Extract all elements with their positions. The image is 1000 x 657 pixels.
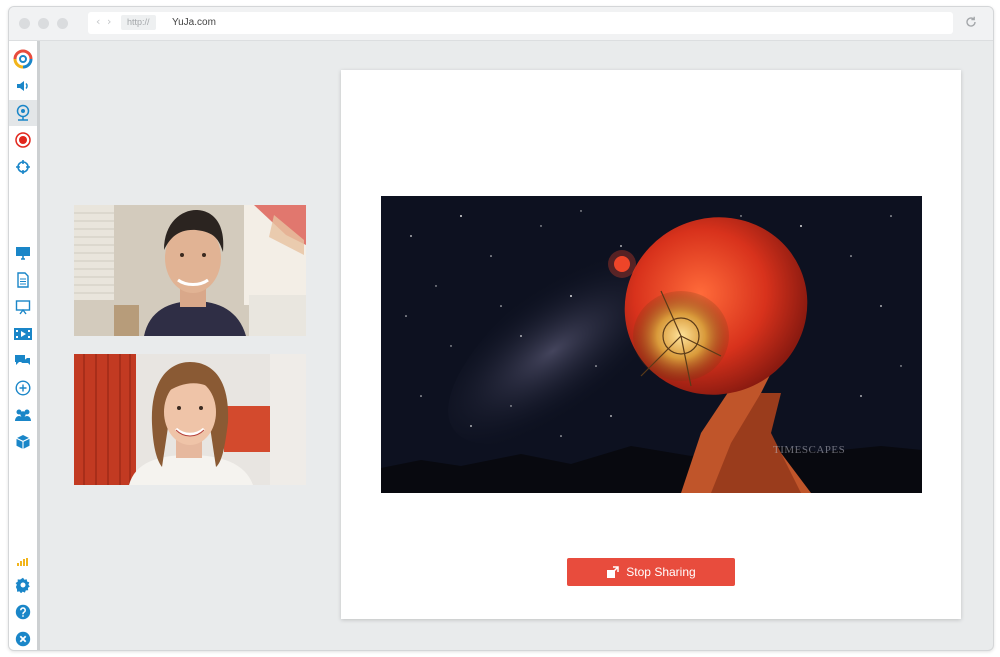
record-icon[interactable]: [9, 127, 37, 153]
crosshair-icon[interactable]: [9, 154, 37, 180]
add-icon[interactable]: [9, 375, 37, 401]
share-exit-icon: [607, 566, 620, 578]
participant-image-female: [74, 354, 306, 485]
video-icon[interactable]: [9, 321, 37, 347]
chat-icon[interactable]: [9, 348, 37, 374]
participants-icon[interactable]: [9, 402, 37, 428]
window-maximize-dot[interactable]: [57, 18, 68, 29]
close-icon[interactable]: [9, 626, 37, 650]
reload-icon[interactable]: [964, 15, 978, 29]
forward-arrow-icon[interactable]: ›: [107, 15, 111, 28]
participant-video-female[interactable]: [74, 354, 306, 485]
browser-window: ‹ › http:// YuJa.com TIMESCAPES Stop Sha…: [8, 6, 994, 651]
url-domain: YuJa.com: [172, 17, 216, 28]
gear-icon[interactable]: [9, 572, 37, 598]
participant-video-male[interactable]: [74, 205, 306, 336]
shared-video[interactable]: TIMESCAPES: [381, 196, 922, 493]
url-protocol: http://: [121, 15, 156, 30]
yuja-logo-icon: [9, 46, 37, 72]
screen-share-panel: TIMESCAPES Stop Sharing: [341, 70, 961, 619]
sidebar: [9, 41, 40, 650]
help-icon[interactable]: [9, 599, 37, 625]
speaker-icon[interactable]: [9, 73, 37, 99]
stop-sharing-label: Stop Sharing: [626, 565, 696, 579]
window-minimize-dot[interactable]: [38, 18, 49, 29]
stop-sharing-button[interactable]: Stop Sharing: [567, 558, 735, 586]
webcam-icon[interactable]: [9, 100, 37, 126]
video-watermark: TIMESCAPES: [773, 444, 846, 456]
browser-titlebar: ‹ › http:// YuJa.com: [9, 7, 993, 41]
window-close-dot[interactable]: [19, 18, 30, 29]
desktop-icon[interactable]: [9, 240, 37, 266]
document-icon[interactable]: [9, 267, 37, 293]
box-icon[interactable]: [9, 429, 37, 455]
back-arrow-icon[interactable]: ‹: [96, 15, 100, 28]
address-bar[interactable]: ‹ › http:// YuJa.com: [88, 12, 953, 34]
whiteboard-icon[interactable]: [9, 294, 37, 320]
participant-image-male: [74, 205, 306, 336]
